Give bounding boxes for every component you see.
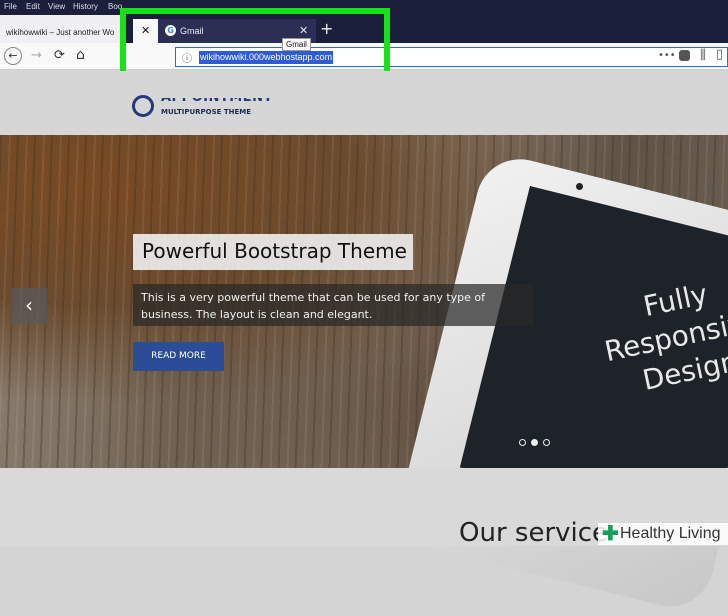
- menu-history[interactable]: History: [73, 2, 98, 11]
- library-icon[interactable]: ⫼: [700, 48, 706, 63]
- slider-dot[interactable]: [543, 439, 550, 446]
- menu-edit[interactable]: Edit: [26, 2, 40, 11]
- tab-title: wikihowwiki – Just another Wo: [6, 28, 115, 37]
- tab-wikihowwiki[interactable]: wikihowwiki – Just another Wo: [0, 15, 120, 43]
- forward-button[interactable]: →: [31, 48, 42, 63]
- menu-view[interactable]: View: [48, 2, 65, 11]
- home-button[interactable]: ⌂: [76, 47, 85, 63]
- hero-title: Powerful Bootstrap Theme: [142, 239, 407, 263]
- page-actions-icon[interactable]: •••: [658, 50, 676, 61]
- logo-subtitle: MULTIPURPOSE THEME: [161, 108, 252, 116]
- slider-dot[interactable]: [531, 439, 538, 446]
- logo-icon: [132, 95, 154, 117]
- slider-prev-button[interactable]: ‹: [11, 288, 47, 324]
- hero-description: This is a very powerful theme that can b…: [141, 291, 486, 321]
- back-button[interactable]: ←: [4, 47, 22, 65]
- menu-file[interactable]: File: [4, 2, 17, 11]
- reload-button[interactable]: ⟳: [54, 48, 65, 63]
- slider-dot[interactable]: [519, 439, 526, 446]
- pocket-icon[interactable]: [679, 50, 690, 61]
- sidebar-icon[interactable]: ▯: [716, 47, 723, 62]
- watermark-text: Healthy Living: [620, 525, 721, 542]
- healthy-living-logo-icon: ✚: [602, 523, 619, 545]
- read-more-button[interactable]: READ MORE: [133, 342, 224, 371]
- services-title: Our service: [459, 518, 609, 548]
- site-header: [0, 71, 728, 135]
- watermark: ✚ Healthy Living: [598, 523, 728, 545]
- phone-camera-icon: [576, 183, 583, 190]
